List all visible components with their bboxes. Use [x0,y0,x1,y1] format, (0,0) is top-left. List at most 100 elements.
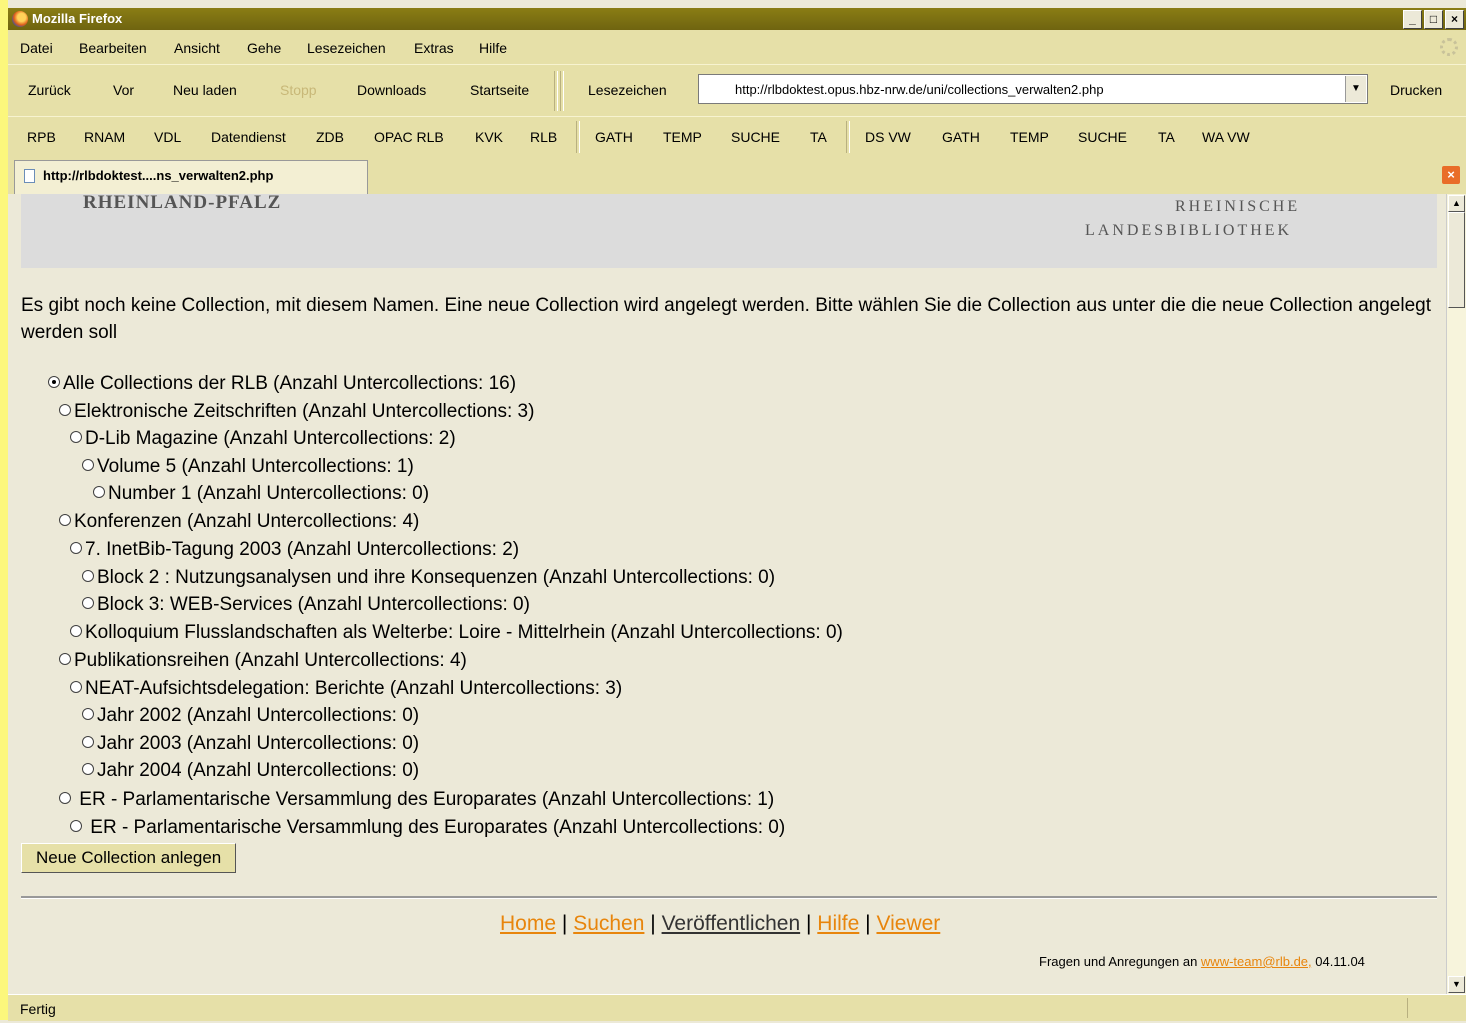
bookmark-vdl[interactable]: VDL [154,129,181,145]
bookmark-gath-2[interactable]: GATH [942,129,980,145]
bookmark-rpb[interactable]: RPB [27,129,56,145]
minimize-button[interactable]: _ [1403,10,1422,29]
radio-button[interactable] [82,459,94,471]
bookmarks-toolbar: RPB RNAM VDL Datendienst ZDB OPAC RLB KV… [8,116,1466,157]
status-panel [1407,998,1454,1018]
forward-button[interactable]: Vor [113,82,134,98]
footer-date: 04.11.04 [1311,954,1365,969]
bookmark-temp[interactable]: TEMP [663,129,702,145]
radio-button[interactable] [82,570,94,582]
menu-ansicht[interactable]: Ansicht [174,30,220,66]
collection-label: ER - Parlamentarische Versammlung des Eu… [74,789,775,810]
home-button[interactable]: Startseite [470,82,529,98]
url-dropdown-icon[interactable]: ▼ [1345,76,1366,102]
bookmarks-button[interactable]: Lesezeichen [588,82,667,98]
print-button[interactable]: Drucken [1390,82,1442,98]
downloads-button[interactable]: Downloads [357,82,426,98]
collection-option[interactable]: Jahr 2004 (Anzahl Untercollections: 0) [82,757,419,785]
radio-button[interactable] [82,708,94,720]
menu-bar: Datei Bearbeiten Ansicht Gehe Lesezeiche… [8,30,1466,64]
bookmark-suche-2[interactable]: SUCHE [1078,129,1127,145]
scroll-thumb[interactable] [1448,212,1465,308]
radio-button[interactable] [70,681,82,693]
collection-label: Jahr 2004 (Anzahl Untercollections: 0) [97,760,420,781]
collection-label: NEAT-Aufsichtsdelegation: Berichte (Anza… [85,678,623,699]
collection-option[interactable]: Jahr 2002 (Anzahl Untercollections: 0) [82,702,419,730]
reload-button[interactable]: Neu laden [173,82,237,98]
window-frame-edge [0,0,8,1020]
create-collection-button[interactable]: Neue Collection anlegen [21,843,237,873]
contact-line: Fragen und Anregungen an www-team@rlb.de… [1039,954,1365,969]
tab-bar: http://rlbdoktest....ns_verwalten2.php × [8,156,1466,194]
collection-option[interactable]: Number 1 (Anzahl Untercollections: 0) [93,480,429,508]
bookmark-temp-2[interactable]: TEMP [1010,129,1049,145]
bookmark-ta[interactable]: TA [810,129,827,145]
collection-option[interactable]: Alle Collections der RLB (Anzahl Unterco… [48,370,516,398]
collection-option[interactable]: ER - Parlamentarische Versammlung des Eu… [70,814,785,842]
url-text[interactable]: http://rlbdoktest.opus.hbz-nrw.de/uni/co… [735,82,1104,97]
radio-button[interactable] [70,431,82,443]
radio-button[interactable] [70,820,82,832]
bookmark-datendienst[interactable]: Datendienst [211,129,286,145]
bookmark-ta-2[interactable]: TA [1158,129,1175,145]
radio-button[interactable] [70,625,82,637]
menu-gehe[interactable]: Gehe [247,30,281,66]
radio-button[interactable] [59,792,71,804]
bookmark-ds-vw[interactable]: DS VW [865,129,911,145]
radio-button[interactable] [59,653,71,665]
collection-option[interactable]: Block 3: WEB-Services (Anzahl Untercolle… [82,591,530,619]
collection-option[interactable]: Kolloquium Flusslandschaften als Welterb… [70,619,843,647]
collection-option[interactable]: NEAT-Aufsichtsdelegation: Berichte (Anza… [70,675,622,703]
tab-label: http://rlbdoktest....ns_verwalten2.php [43,168,274,183]
bookmark-suche[interactable]: SUCHE [731,129,780,145]
radio-button[interactable] [59,404,71,416]
tab-current-page[interactable]: http://rlbdoktest....ns_verwalten2.php [14,160,368,194]
bookmark-rnam[interactable]: RNAM [84,129,125,145]
collection-option[interactable]: Block 2 : Nutzungsanalysen und ihre Kons… [82,564,775,592]
bookmark-wa-vw[interactable]: WA VW [1202,129,1250,145]
contact-email-link[interactable]: www-team@rlb.de, [1201,954,1312,969]
radio-button[interactable] [82,736,94,748]
collection-option[interactable]: Konferenzen (Anzahl Untercollections: 4) [59,508,419,536]
radio-button[interactable] [82,597,94,609]
collection-option[interactable]: ER - Parlamentarische Versammlung des Eu… [59,786,774,814]
collection-option[interactable]: Volume 5 (Anzahl Untercollections: 1) [82,453,414,481]
window-title: Mozilla Firefox [32,11,123,26]
menu-hilfe[interactable]: Hilfe [479,30,507,66]
scroll-down-icon[interactable]: ▼ [1448,976,1465,993]
radio-button[interactable] [93,486,105,498]
vertical-scrollbar[interactable]: ▲ ▼ [1446,194,1466,994]
menu-datei[interactable]: Datei [20,30,53,66]
bookmark-separator [576,121,580,153]
menu-extras[interactable]: Extras [414,30,454,66]
bookmark-gath[interactable]: GATH [595,129,633,145]
footer-link-home[interactable]: Home [500,912,556,935]
bookmark-rlb[interactable]: RLB [530,129,557,145]
bookmark-zdb[interactable]: ZDB [316,129,344,145]
radio-button[interactable] [70,542,82,554]
close-window-button[interactable]: × [1445,10,1464,29]
menu-lesezeichen[interactable]: Lesezeichen [307,30,386,66]
close-tab-icon[interactable]: × [1442,166,1460,184]
menu-bearbeiten[interactable]: Bearbeiten [79,30,147,66]
stop-button[interactable]: Stopp [280,82,317,98]
collection-option[interactable]: D-Lib Magazine (Anzahl Untercollections:… [70,425,456,453]
footer-link-viewer[interactable]: Viewer [876,912,940,935]
collection-option[interactable]: 7. InetBib-Tagung 2003 (Anzahl Untercoll… [70,536,519,564]
radio-button[interactable] [59,514,71,526]
scroll-up-icon[interactable]: ▲ [1448,195,1465,212]
firefox-icon [12,11,28,27]
footer-link-suchen[interactable]: Suchen [573,912,644,935]
footer-link-veroeffentlichen[interactable]: Veröffentlichen [662,912,801,935]
collection-option[interactable]: Publikationsreihen (Anzahl Untercollecti… [59,647,467,675]
back-button[interactable]: Zurück [28,82,71,98]
footer-link-hilfe[interactable]: Hilfe [817,912,859,935]
maximize-button[interactable]: □ [1424,10,1443,29]
collection-option[interactable]: Jahr 2003 (Anzahl Untercollections: 0) [82,730,419,758]
bookmark-kvk[interactable]: KVK [475,129,503,145]
collection-option[interactable]: Elektronische Zeitschriften (Anzahl Unte… [59,398,534,426]
radio-button[interactable] [82,763,94,775]
bookmark-opac-rlb[interactable]: OPAC RLB [374,129,444,145]
radio-button[interactable] [48,376,60,388]
url-bar[interactable]: http://rlbdoktest.opus.hbz-nrw.de/uni/co… [698,74,1368,104]
